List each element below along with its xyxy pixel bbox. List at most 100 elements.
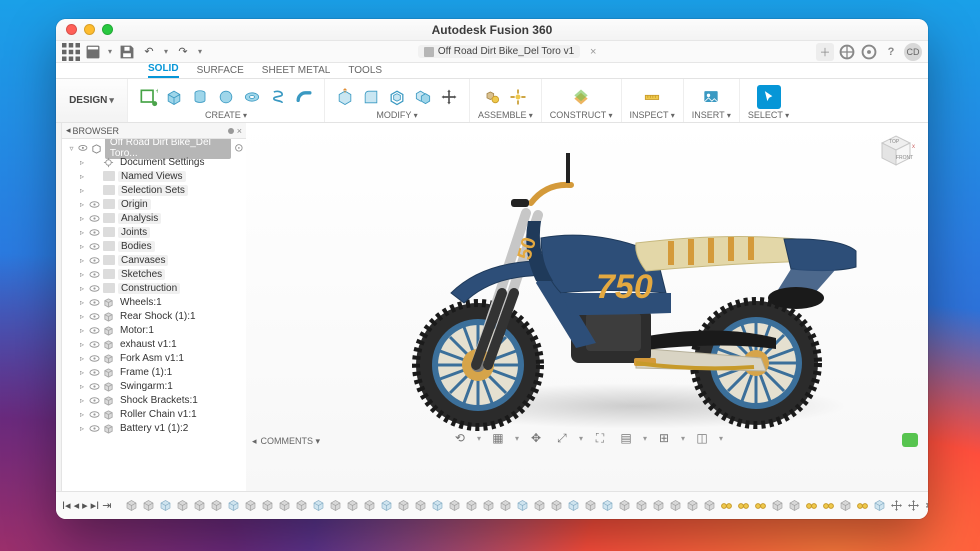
timeline-start-button[interactable]: I◂ (62, 499, 71, 512)
timeline-feature[interactable] (685, 498, 700, 513)
document-tab[interactable]: Off Road Dirt Bike_Del Toro v1 (418, 45, 580, 58)
timeline-feature[interactable] (447, 498, 462, 513)
timeline-feature[interactable] (294, 498, 309, 513)
combine-button[interactable] (411, 85, 435, 109)
user-avatar[interactable]: CD (904, 43, 922, 61)
cylinder-button[interactable] (188, 85, 212, 109)
look-at-icon[interactable]: ▦ (489, 429, 507, 447)
timeline-feature[interactable] (702, 498, 717, 513)
expand-icon[interactable]: ▹ (78, 200, 86, 209)
timeline-feature[interactable] (345, 498, 360, 513)
redo-caret-icon[interactable]: ▾ (196, 43, 204, 61)
timeline-feature[interactable] (600, 498, 615, 513)
insert-group-label[interactable]: INSERT (692, 110, 731, 120)
timeline-feature[interactable] (566, 498, 581, 513)
tab-surface[interactable]: SURFACE (197, 65, 244, 78)
timeline-feature[interactable] (209, 498, 224, 513)
timeline-feature[interactable] (872, 498, 887, 513)
expand-icon[interactable]: ▹ (78, 172, 86, 181)
timeline-feature[interactable] (736, 498, 751, 513)
file-menu-button[interactable] (84, 43, 102, 61)
coil-button[interactable] (266, 85, 290, 109)
assemble-group-label[interactable]: ASSEMBLE (478, 110, 533, 120)
timeline-feature[interactable] (821, 498, 836, 513)
timeline-feature[interactable] (770, 498, 785, 513)
expand-icon[interactable]: ▹ (78, 284, 86, 293)
sketch-button[interactable]: + (136, 85, 160, 109)
timeline-feature[interactable] (260, 498, 275, 513)
undo-caret-icon[interactable]: ▾ (162, 43, 170, 61)
visibility-icon[interactable] (89, 409, 100, 420)
tree-item[interactable]: ▹Roller Chain v1:1 (62, 407, 246, 421)
fillet-button[interactable] (359, 85, 383, 109)
tree-item[interactable]: ▹Bodies (62, 239, 246, 253)
press-pull-button[interactable] (333, 85, 357, 109)
timeline-feature[interactable] (668, 498, 683, 513)
visibility-icon[interactable] (89, 367, 100, 378)
tree-item[interactable]: ▹Rear Shock (1):1 (62, 309, 246, 323)
timeline-feature[interactable] (175, 498, 190, 513)
timeline-feature[interactable] (481, 498, 496, 513)
orbit-icon[interactable]: ⟲ (451, 429, 469, 447)
viewports-icon[interactable]: ◫ (693, 429, 711, 447)
construct-group-label[interactable]: CONSTRUCT (550, 110, 613, 120)
zoom-icon[interactable]: ⤢ (553, 429, 571, 447)
tree-item[interactable]: ▹Swingarm:1 (62, 379, 246, 393)
visibility-icon[interactable] (89, 311, 100, 322)
timeline-feature[interactable] (277, 498, 292, 513)
visibility-icon[interactable] (89, 325, 100, 336)
expand-icon[interactable]: ▹ (78, 326, 86, 335)
visibility-icon[interactable] (89, 283, 100, 294)
timeline-end-button[interactable]: ⇥ (102, 499, 111, 512)
undo-button[interactable]: ↶ (140, 43, 158, 61)
tree-item[interactable]: ▹Wheels:1 (62, 295, 246, 309)
create-group-label[interactable]: CREATE (205, 110, 247, 120)
tree-item[interactable]: ▹Battery v1 (1):2 (62, 421, 246, 435)
timeline-feature[interactable] (838, 498, 853, 513)
expand-icon[interactable]: ▹ (78, 368, 86, 377)
tree-item[interactable]: ▹Named Views (62, 169, 246, 183)
timeline-feature[interactable] (515, 498, 530, 513)
tree-item[interactable]: ▹Sketches (62, 267, 246, 281)
close-tab-button[interactable]: × (584, 43, 602, 61)
joint-button[interactable] (480, 85, 504, 109)
tree-item[interactable]: ▹Frame (1):1 (62, 365, 246, 379)
browser-close-icon[interactable]: × (237, 126, 242, 136)
timeline-feature[interactable] (328, 498, 343, 513)
expand-icon[interactable]: ▹ (78, 340, 86, 349)
visibility-icon[interactable] (89, 339, 100, 350)
measure-button[interactable] (640, 85, 664, 109)
tab-tools[interactable]: TOOLS (348, 65, 382, 78)
timeline-feature[interactable] (413, 498, 428, 513)
timeline-step-back-button[interactable]: ◂ (74, 499, 80, 512)
timeline-feature[interactable] (906, 498, 921, 513)
joint-origin-button[interactable] (506, 85, 530, 109)
visibility-icon[interactable] (89, 213, 100, 224)
shell-button[interactable] (385, 85, 409, 109)
timeline-feature[interactable] (651, 498, 666, 513)
box-button[interactable] (162, 85, 186, 109)
timeline-feature[interactable] (804, 498, 819, 513)
tree-item[interactable]: ▹Motor:1 (62, 323, 246, 337)
notifications-icon[interactable] (860, 43, 878, 61)
fit-icon[interactable]: ⛶ (591, 429, 609, 447)
timeline-feature[interactable] (889, 498, 904, 513)
chat-button[interactable] (902, 433, 918, 447)
workspace-switcher[interactable]: DESIGN (56, 79, 128, 122)
viewport[interactable]: 750 (246, 123, 928, 491)
tree-root[interactable]: ▿ Off Road Dirt Bike_Del Toro... (62, 141, 246, 155)
expand-icon[interactable]: ▹ (78, 424, 86, 433)
timeline-feature[interactable] (311, 498, 326, 513)
expand-icon[interactable]: ▹ (78, 382, 86, 391)
select-group-label[interactable]: SELECT (748, 110, 789, 120)
timeline-feature[interactable] (362, 498, 377, 513)
expand-icon[interactable]: ▹ (78, 298, 86, 307)
timeline-feature[interactable] (617, 498, 632, 513)
visibility-icon[interactable] (89, 241, 100, 252)
timeline-feature[interactable] (379, 498, 394, 513)
visibility-icon[interactable] (89, 255, 100, 266)
grid-icon[interactable]: ⊞ (655, 429, 673, 447)
timeline-feature[interactable] (498, 498, 513, 513)
apps-grid-icon[interactable] (62, 43, 80, 61)
timeline-feature[interactable] (464, 498, 479, 513)
